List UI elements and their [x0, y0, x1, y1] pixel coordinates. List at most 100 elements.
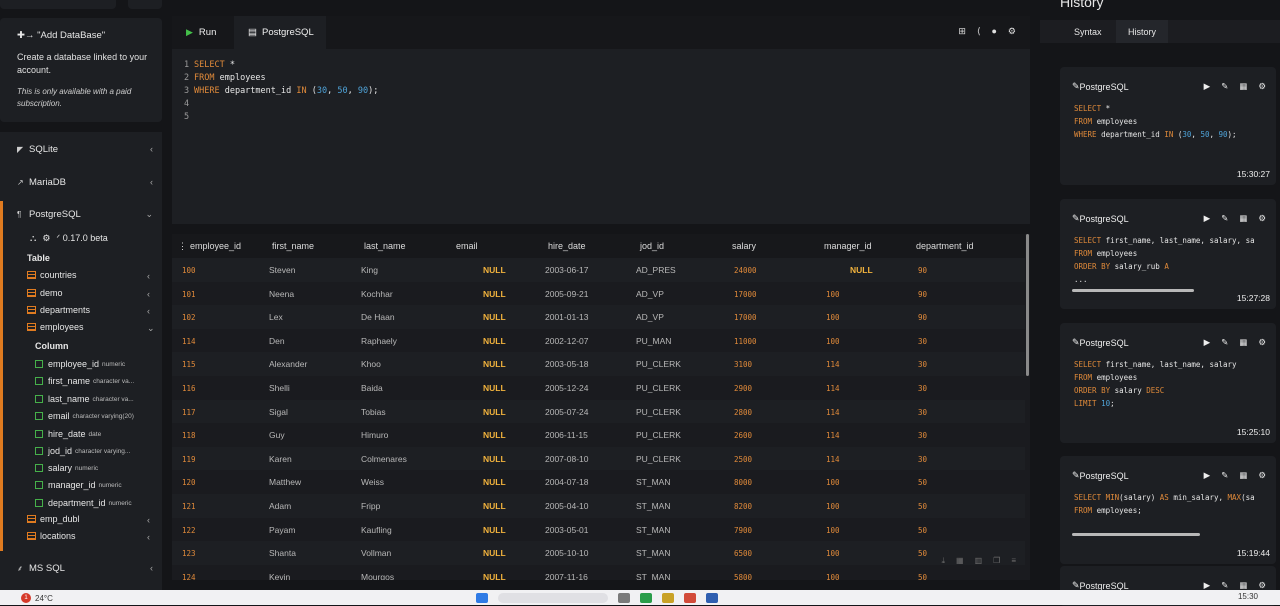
table-cell[interactable]: 2007-11-16 [545, 572, 588, 580]
table-row[interactable]: 120 Matthew Weiss NULL 2004-07-18 ST_MAN 8000 1… [172, 470, 1025, 494]
table-cell[interactable]: 5800 [734, 573, 752, 580]
chevron-left-icon[interactable]: ‹ [147, 289, 150, 299]
db-item-postgresql[interactable]: ¶ PostgreSQL ⌄ [17, 206, 157, 222]
table-cell[interactable]: 114 [826, 431, 840, 440]
table-cell[interactable]: Himuro [361, 430, 388, 440]
table-cell[interactable]: 2005-09-21 [545, 289, 588, 299]
grid-scrollbar[interactable] [1026, 234, 1029, 376]
table-item-demo[interactable]: demo [27, 286, 63, 300]
table-cell[interactable]: 8000 [734, 478, 752, 487]
chevron-left-icon[interactable]: ‹ [147, 306, 150, 316]
table-cell[interactable]: 2005-04-10 [545, 501, 588, 511]
copy-icon[interactable]: ❐ [993, 556, 1000, 566]
weather-widget[interactable]: 1 24°C [21, 593, 53, 603]
column-item[interactable]: salary numeric [35, 461, 98, 475]
gear-icon[interactable]: ⚙ [1258, 337, 1266, 348]
table-cell[interactable]: ST_MAN [636, 548, 670, 558]
taskview-icon[interactable] [618, 593, 630, 603]
share-icon[interactable]: ⟨ [977, 26, 981, 37]
chevron-left-icon[interactable]: ‹ [147, 515, 150, 525]
table-cell[interactable]: Khoo [361, 359, 381, 369]
table-cell[interactable]: Steven [269, 265, 295, 275]
table-cell[interactable]: 2007-08-10 [545, 454, 588, 464]
grid-header-cell[interactable]: last_name [364, 241, 406, 251]
add-database-title[interactable]: ✚→ "Add DataBase" [17, 30, 152, 41]
table-cell[interactable]: 100 [826, 526, 840, 535]
table-row[interactable]: 115 Alexander Khoo NULL 2003-05-18 PU_CLERK 31… [172, 352, 1025, 376]
table-cell[interactable]: Raphaely [361, 336, 397, 346]
table-cell[interactable]: Karen [269, 454, 292, 464]
grid-icon[interactable]: ▦ [1239, 213, 1247, 224]
column-item[interactable]: first_name character va... [35, 374, 134, 388]
grid-header-cell[interactable]: employee_id [190, 241, 241, 251]
table-cell[interactable]: Colmenares [361, 454, 407, 464]
table-cell[interactable]: NULL [483, 525, 506, 535]
table-cell[interactable]: 2005-07-24 [545, 407, 588, 417]
app-icon[interactable] [684, 593, 696, 603]
table-cell[interactable]: 114 [182, 337, 196, 346]
table-row[interactable]: 122 Payam Kaufling NULL 2003-05-01 ST_MAN 7900… [172, 517, 1025, 542]
table-cell[interactable]: 120 [182, 478, 196, 487]
table-cell[interactable]: 30 [918, 360, 927, 369]
table-cell[interactable]: Matthew [269, 477, 301, 487]
table-cell[interactable]: De Haan [361, 312, 395, 322]
table-cell[interactable]: 17000 [734, 290, 757, 299]
table-cell[interactable]: 100 [826, 478, 840, 487]
edit-icon[interactable]: ✎ [1221, 470, 1228, 481]
table-row[interactable]: 119 Karen Colmenares NULL 2007-08-10 PU_CLERK… [172, 446, 1025, 471]
table-cell[interactable]: ST_MAN [636, 572, 670, 580]
table-cell[interactable]: 2800 [734, 408, 752, 417]
table-cell[interactable]: Shanta [269, 548, 296, 558]
column-item[interactable]: department_id numeric [35, 496, 132, 510]
table-cell[interactable]: 11000 [734, 337, 757, 346]
table-cell[interactable]: NULL [483, 572, 506, 580]
table-cell[interactable]: Alexander [269, 359, 307, 369]
table-cell[interactable]: NULL [483, 383, 506, 393]
table-cell[interactable]: 24000 [734, 266, 757, 275]
play-icon[interactable]: ▶ [1204, 470, 1211, 481]
table-cell[interactable]: NULL [483, 548, 506, 558]
table-cell[interactable]: 90 [918, 313, 927, 322]
taskbar-search[interactable] [498, 593, 608, 603]
table-row[interactable]: 100 Steven King NULL 2003-06-17 AD_PRES 24000 N… [172, 258, 1025, 282]
table-cell[interactable]: 2004-07-18 [545, 477, 588, 487]
table-cell[interactable]: NULL [483, 359, 506, 369]
column-item[interactable]: employee_id numeric [35, 357, 125, 371]
history-card[interactable]: ✎ PostgreSQL ▶ ✎ ▦ ⚙ SELECT first_name, last_… [1060, 199, 1276, 309]
table-cell[interactable]: 2500 [734, 455, 752, 464]
table-cell[interactable]: PU_CLERK [636, 407, 681, 417]
table-cell[interactable]: 114 [826, 408, 840, 417]
table-cell[interactable]: 2005-10-10 [545, 548, 588, 558]
table-cell[interactable]: 50 [918, 478, 927, 487]
table-cell[interactable]: PU_CLERK [636, 359, 681, 369]
grid-icon[interactable]: ▦ [1239, 470, 1247, 481]
table-row[interactable]: 123 Shanta Vollman NULL 2005-10-10 ST_MAN 6500… [172, 541, 1025, 565]
table-cell[interactable]: 50 [918, 549, 927, 558]
table-cell[interactable]: 2003-05-18 [545, 359, 588, 369]
gear-icon[interactable]: ⚙ [1008, 26, 1016, 37]
tab-history[interactable]: History [1116, 20, 1169, 43]
run-button[interactable]: ▶ Run [172, 16, 230, 49]
table-cell[interactable]: 2001-01-13 [545, 312, 588, 322]
grid-header-cell[interactable]: manager_id [824, 241, 872, 251]
table-cell[interactable]: 7900 [734, 526, 752, 535]
table-cell[interactable]: 124 [182, 573, 196, 580]
table-cell[interactable]: Adam [269, 501, 291, 511]
table-row[interactable]: 121 Adam Fripp NULL 2005-04-10 ST_MAN 8200 100 5… [172, 494, 1025, 518]
table-cell[interactable]: 114 [826, 384, 840, 393]
table-cell[interactable]: 50 [918, 526, 927, 535]
table-cell[interactable]: 30 [918, 408, 927, 417]
table-cell[interactable]: ST_MAN [636, 525, 670, 535]
table-cell[interactable]: Kaufling [361, 525, 392, 535]
table-cell[interactable]: 100 [826, 313, 840, 322]
table-cell[interactable]: 6500 [734, 549, 752, 558]
table-cell[interactable]: NULL [850, 265, 873, 275]
table-cell[interactable]: NULL [483, 312, 506, 322]
history-card[interactable]: ✎ PostgreSQL ▶ ✎ ▦ ⚙ SELECT first_name, last_… [1060, 323, 1276, 443]
table-cell[interactable]: NULL [483, 501, 506, 511]
folder-icon[interactable] [662, 593, 674, 603]
table-cell[interactable]: 122 [182, 526, 196, 535]
table-cell[interactable]: 117 [182, 408, 196, 417]
table-cell[interactable]: AD_PRES [636, 265, 676, 275]
tab-postgresql[interactable]: ▤ PostgreSQL [234, 16, 326, 49]
